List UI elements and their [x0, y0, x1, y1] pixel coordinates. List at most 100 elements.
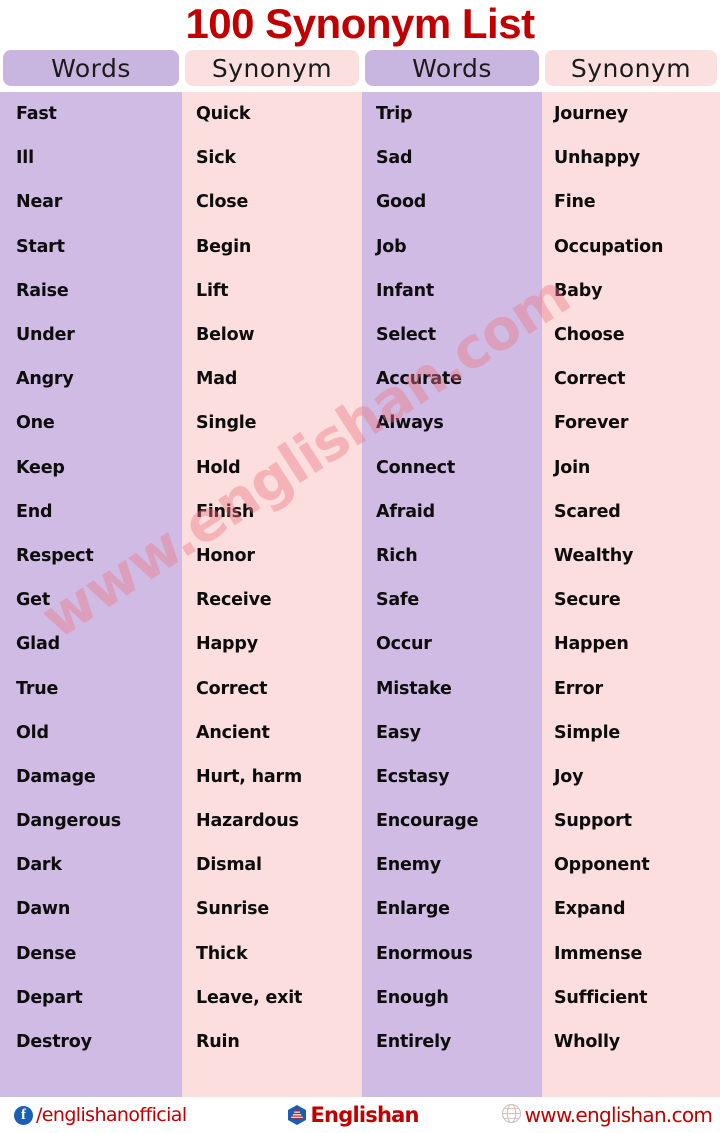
word-cell: Respect: [16, 545, 94, 566]
synonym-cell: Expand: [554, 899, 626, 920]
synonym-cell: Mad: [196, 369, 238, 390]
word-cell: Occur: [376, 634, 432, 655]
word-cell: Dark: [16, 855, 62, 876]
word-cell: Under: [16, 325, 75, 346]
word-cell: Infant: [376, 280, 435, 301]
column-synonym-2: Journey Unhappy Fine Occupation Baby Choose Co…: [542, 92, 720, 1097]
column-synonym-1: Quick Sick Close Begin Lift Below Mad Single Hol…: [182, 92, 362, 1097]
word-cell: End: [16, 501, 53, 522]
word-cell: Glad: [16, 634, 60, 655]
synonym-cell: Fine: [554, 192, 596, 213]
word-cell: Get: [16, 590, 50, 611]
page-title: 100 Synonym List: [185, 0, 535, 47]
synonym-cell: Thick: [196, 943, 248, 964]
word-cell: Enemy: [376, 855, 441, 876]
column-words-1: Fast Ill Near Start Raise Under Angry One Keep En…: [0, 92, 182, 1097]
facebook-icon: f: [14, 1105, 33, 1125]
word-cell: Safe: [376, 590, 420, 611]
synonym-cell: Sunrise: [196, 899, 270, 920]
word-cell: Connect: [376, 457, 455, 478]
word-cell: Rich: [376, 545, 418, 566]
word-cell: Near: [16, 192, 63, 213]
synonym-cell: Join: [554, 457, 591, 478]
word-cell: Angry: [16, 369, 74, 390]
synonym-cell: Choose: [554, 325, 625, 346]
synonym-cell: Correct: [196, 678, 268, 699]
word-cell: Always: [376, 413, 444, 434]
synonym-cell: Lift: [196, 280, 229, 301]
word-cell: Job: [376, 236, 407, 257]
synonym-cell: Hazardous: [196, 811, 299, 832]
footer-facebook[interactable]: f /englishanofficial: [14, 1104, 187, 1126]
word-cell: Trip: [376, 104, 413, 125]
synonym-cell: Single: [196, 413, 257, 434]
word-cell: Depart: [16, 987, 83, 1008]
synonym-table: Fast Ill Near Start Raise Under Angry One Keep En…: [0, 92, 720, 1097]
word-cell: Destroy: [16, 1032, 92, 1053]
column-words-2: Trip Sad Good Job Infant Select Accurate Always…: [362, 92, 542, 1097]
synonym-cell: Wealthy: [554, 545, 634, 566]
word-cell: Good: [376, 192, 427, 213]
word-cell: Entirely: [376, 1032, 452, 1053]
column-header-synonym-1: Synonym: [185, 50, 359, 86]
column-header-words-1: Words: [3, 50, 179, 86]
word-cell: Accurate: [376, 369, 462, 390]
facebook-handle: /englishanofficial: [36, 1104, 187, 1126]
synonym-cell: Sufficient: [554, 987, 648, 1008]
synonym-cell: Journey: [554, 104, 628, 125]
synonym-cell: Honor: [196, 545, 255, 566]
word-cell: One: [16, 413, 55, 434]
word-cell: Ecstasy: [376, 766, 450, 787]
brand-name: Englishan: [310, 1103, 420, 1127]
word-cell: Enough: [376, 987, 449, 1008]
word-cell: Keep: [16, 457, 65, 478]
word-cell: Fast: [16, 104, 57, 125]
word-cell: True: [16, 678, 59, 699]
word-cell: Raise: [16, 280, 69, 301]
synonym-cell: Error: [554, 678, 603, 699]
synonym-cell: Immense: [554, 943, 643, 964]
word-cell: Afraid: [376, 501, 435, 522]
word-cell: Ill: [16, 148, 34, 169]
word-cell: Dawn: [16, 899, 71, 920]
synonym-cell: Ruin: [196, 1032, 240, 1053]
column-header-synonym-2: Synonym: [545, 50, 717, 86]
word-cell: Dangerous: [16, 811, 121, 832]
synonym-cell: Hold: [196, 457, 241, 478]
word-cell: Sad: [376, 148, 413, 169]
synonym-cell: Below: [196, 325, 255, 346]
synonym-cell: Forever: [554, 413, 629, 434]
synonym-cell: Close: [196, 192, 249, 213]
synonym-cell: Support: [554, 811, 632, 832]
word-cell: Damage: [16, 766, 96, 787]
synonym-cell: Quick: [196, 104, 251, 125]
word-cell: Enormous: [376, 943, 473, 964]
synonym-cell: Sick: [196, 148, 236, 169]
word-cell: Mistake: [376, 678, 452, 699]
synonym-list-page: 100 Synonym List Words Synonym Words Syn…: [0, 0, 720, 1133]
synonym-cell: Ancient: [196, 722, 270, 743]
word-cell: Enlarge: [376, 899, 450, 920]
website-url: www.englishan.com: [524, 1103, 713, 1127]
synonym-cell: Secure: [554, 590, 621, 611]
synonym-cell: Hurt, harm: [196, 766, 302, 787]
synonym-cell: Unhappy: [554, 148, 640, 169]
synonym-cell: Opponent: [554, 855, 650, 876]
word-cell: Easy: [376, 722, 421, 743]
synonym-cell: Scared: [554, 501, 621, 522]
word-cell: Encourage: [376, 811, 479, 832]
synonym-cell: Receive: [196, 590, 272, 611]
englishan-logo-icon: [286, 1104, 308, 1126]
synonym-cell: Happen: [554, 634, 629, 655]
synonym-cell: Finish: [196, 501, 255, 522]
synonym-cell: Simple: [554, 722, 621, 743]
globe-icon: [501, 1103, 522, 1128]
column-header-words-2: Words: [365, 50, 539, 86]
synonym-cell: Correct: [554, 369, 626, 390]
footer-website[interactable]: www.englishan.com: [501, 1103, 713, 1128]
word-cell: Old: [16, 722, 49, 743]
word-cell: Start: [16, 236, 65, 257]
synonym-cell: Occupation: [554, 236, 664, 257]
synonym-cell: Baby: [554, 280, 603, 301]
synonym-cell: Leave, exit: [196, 987, 303, 1008]
